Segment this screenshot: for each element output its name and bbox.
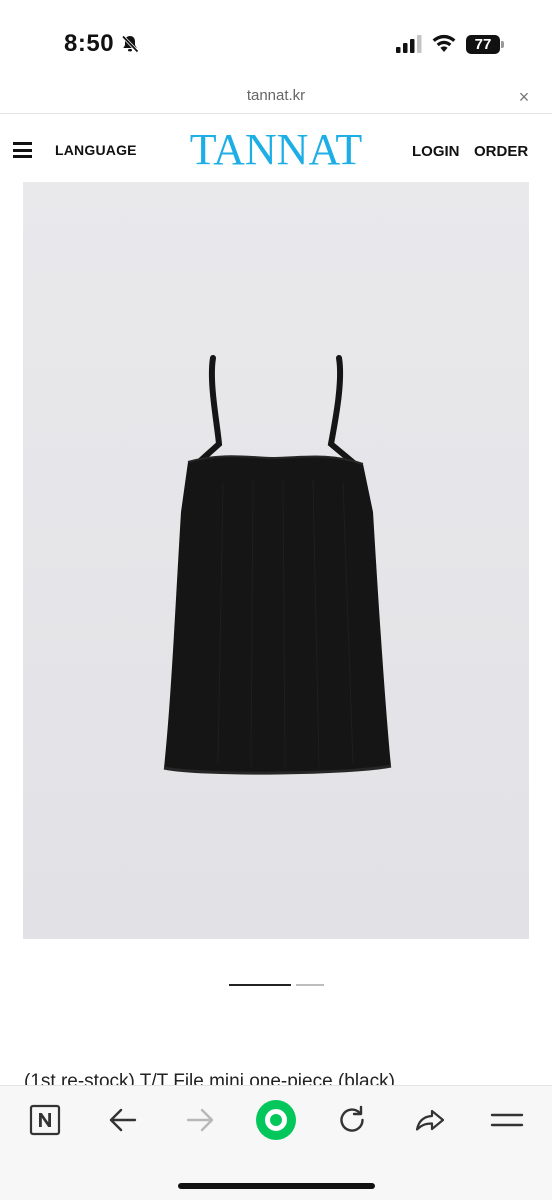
- image-pager-active[interactable]: [229, 984, 291, 986]
- wifi-icon: [432, 34, 456, 52]
- battery-level: 77: [466, 35, 500, 54]
- url-bar[interactable]: tannat.kr ×: [0, 84, 552, 114]
- home-indicator: [178, 1183, 375, 1189]
- status-bar: 8:50 77: [0, 0, 552, 84]
- login-link[interactable]: LOGIN: [412, 143, 460, 160]
- language-link[interactable]: LANGUAGE: [55, 142, 137, 158]
- site-header: LANGUAGE TANNAT LOGIN ORDER: [0, 114, 552, 182]
- forward-arrow-icon[interactable]: [180, 1100, 220, 1140]
- battery-icon: 77: [466, 35, 504, 54]
- order-link[interactable]: ORDER: [474, 143, 528, 160]
- battery-tip: [501, 41, 504, 48]
- product-image[interactable]: [23, 182, 529, 939]
- menu-lines-icon[interactable]: [487, 1100, 527, 1140]
- hamburger-menu-icon[interactable]: [13, 142, 33, 158]
- cellular-signal-icon: [396, 35, 422, 53]
- url-domain[interactable]: tannat.kr: [0, 87, 552, 104]
- browser-toolbar: [0, 1085, 552, 1200]
- share-icon[interactable]: [410, 1100, 450, 1140]
- green-home-icon[interactable]: [256, 1100, 296, 1140]
- back-arrow-icon[interactable]: [103, 1100, 143, 1140]
- bell-slash-icon: [121, 35, 139, 53]
- site-logo[interactable]: TANNAT: [188, 128, 364, 172]
- naver-n-icon[interactable]: [25, 1100, 65, 1140]
- image-pager-dot[interactable]: [296, 984, 324, 986]
- status-time: 8:50: [64, 30, 115, 57]
- close-icon[interactable]: ×: [514, 87, 534, 107]
- refresh-icon[interactable]: [332, 1100, 372, 1140]
- dress-illustration: [23, 182, 529, 939]
